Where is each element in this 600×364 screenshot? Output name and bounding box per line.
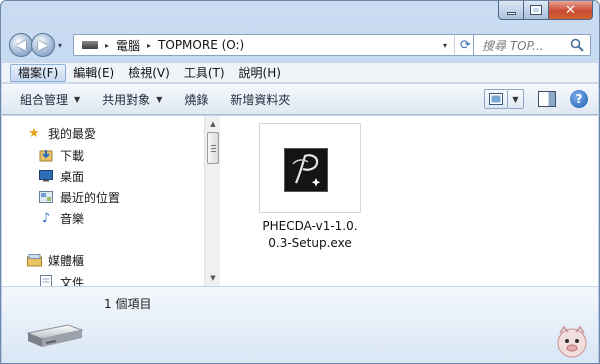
maximize-button[interactable] (524, 1, 549, 20)
favorites-label: 我的最愛 (48, 126, 97, 141)
desktop-icon (38, 168, 54, 184)
breadcrumb-computer[interactable]: 電腦 (116, 37, 140, 54)
tree-item-favorites[interactable]: ★ 我的最愛 (26, 124, 96, 142)
menu-edit[interactable]: 編輯(E) (66, 64, 121, 82)
star-icon: ★ (28, 125, 40, 141)
help-icon: ? (575, 92, 583, 106)
new-folder-label: 新增資料夾 (230, 92, 291, 107)
details-pane: 1 個項目 (2, 286, 598, 363)
scroll-up-button[interactable]: ▲ (205, 116, 221, 132)
close-button[interactable]: ✕ (549, 1, 593, 20)
menu-tools[interactable]: 工具(T) (177, 64, 232, 82)
usb-drive-icon (26, 324, 84, 347)
recent-pages-dropdown[interactable]: ▾ (58, 41, 68, 50)
chevron-down-icon: ▼ (156, 94, 163, 104)
file-list-pane: PHECDA-v1-1.0. 0.3-Setup.exe (221, 116, 598, 286)
music-label: 音樂 (60, 211, 85, 226)
menu-bar: 檔案(F) 編輯(E) 檢視(V) 工具(T) 說明(H) (2, 63, 598, 83)
forward-arrow-icon: ▶ (38, 37, 48, 53)
help-button[interactable]: ? (570, 90, 588, 108)
refresh-icon: ⟳ (460, 37, 471, 53)
phecda-installer-icon (284, 148, 328, 192)
tree-item-recent-places[interactable]: 最近的位置 (38, 188, 120, 206)
view-options-dropdown[interactable]: ▼ (508, 89, 524, 109)
chevron-down-icon: ▾ (442, 40, 447, 50)
change-view-button[interactable] (484, 89, 508, 109)
mascot-watermark-icon (557, 325, 587, 358)
burn-label: 燒錄 (184, 92, 209, 107)
search-placeholder: 搜尋 TOP... (482, 38, 544, 53)
item-count: 1 個項目 (104, 297, 152, 311)
tree-item-downloads[interactable]: 下載 (38, 146, 84, 164)
preview-pane-button[interactable] (538, 91, 556, 107)
file-name-line-1: PHECDA-v1-1.0. (262, 219, 358, 233)
minimize-icon (506, 11, 516, 15)
command-bar: 組合管理 ▼ 共用對象 ▼ 燒錄 新增資料夾 ▼ ? (2, 84, 598, 115)
back-arrow-icon: ◀ (16, 37, 26, 53)
breadcrumb-separator-icon[interactable]: ▸ (147, 41, 151, 50)
navigation-pane: ★ 我的最愛 下載 桌面 最近的位置 ♪ 音樂 媒體櫃 文件 (2, 116, 204, 290)
file-name: PHECDA-v1-1.0. 0.3-Setup.exe (241, 218, 379, 252)
explorer-window: ✕ ◀ ▶ ▾ ▸ 電腦 ▸ TOPMORE (O:) ▾ ⟳ 搜尋 TOP..… (0, 0, 600, 364)
menu-file[interactable]: 檔案(F) (10, 63, 67, 82)
organize-label: 組合管理 (20, 92, 69, 107)
libraries-icon (26, 252, 42, 268)
tree-item-desktop[interactable]: 桌面 (38, 167, 84, 185)
scroll-thumb[interactable] (207, 132, 219, 164)
downloads-folder-icon (38, 147, 54, 163)
navigation-scrollbar[interactable]: ▲ ▼ (204, 116, 220, 286)
grip-line (211, 148, 216, 149)
file-name-line-2: 0.3-Setup.exe (268, 236, 352, 250)
address-bar[interactable]: ▸ 電腦 ▸ TOPMORE (O:) ▾ ⟳ (73, 34, 477, 56)
chevron-down-icon: ▼ (512, 94, 519, 104)
search-input[interactable]: 搜尋 TOP... (473, 34, 591, 56)
file-item[interactable]: PHECDA-v1-1.0. 0.3-Setup.exe (241, 123, 361, 268)
share-with-button[interactable]: 共用對象 ▼ (102, 91, 162, 108)
breadcrumb-topmore-drive[interactable]: TOPMORE (O:) (158, 38, 244, 52)
recent-places-icon (38, 189, 54, 205)
desktop-label: 桌面 (60, 169, 85, 184)
maximize-icon (530, 5, 542, 15)
tree-item-music[interactable]: ♪ 音樂 (38, 209, 84, 227)
music-note-icon: ♪ (41, 210, 51, 226)
minimize-button[interactable] (498, 1, 524, 20)
chevron-down-icon: ▾ (58, 40, 63, 50)
organize-button[interactable]: 組合管理 ▼ (20, 91, 80, 108)
libraries-label: 媒體櫃 (48, 253, 85, 268)
breadcrumb-separator-icon[interactable]: ▸ (105, 41, 109, 50)
menu-view[interactable]: 檢視(V) (121, 64, 177, 82)
close-icon: ✕ (565, 2, 576, 18)
navigation-row: ◀ ▶ ▾ ▸ 電腦 ▸ TOPMORE (O:) ▾ ⟳ 搜尋 TOP... (9, 31, 591, 59)
menu-help[interactable]: 說明(H) (232, 64, 288, 82)
forward-button[interactable]: ▶ (31, 33, 55, 57)
caption-buttons: ✕ (498, 1, 593, 21)
scroll-down-icon: ▼ (210, 274, 216, 282)
drive-icon (82, 41, 98, 49)
back-button[interactable]: ◀ (9, 33, 33, 57)
new-folder-button[interactable]: 新增資料夾 (230, 91, 290, 108)
scroll-down-button[interactable]: ▼ (205, 270, 221, 286)
chevron-down-icon: ▼ (74, 94, 81, 104)
recent-places-label: 最近的位置 (60, 190, 121, 205)
scroll-up-icon: ▲ (210, 120, 216, 128)
view-icon (489, 93, 503, 105)
content-area: ★ 我的最愛 下載 桌面 最近的位置 ♪ 音樂 媒體櫃 文件 ▲ ▼ PHECD… (2, 116, 598, 290)
grip-line (211, 151, 216, 152)
file-thumbnail-frame (259, 123, 361, 213)
search-icon[interactable] (570, 38, 584, 52)
burn-button[interactable]: 燒錄 (184, 91, 208, 108)
tree-item-libraries[interactable]: 媒體櫃 (26, 251, 84, 269)
downloads-label: 下載 (60, 148, 85, 163)
address-history-dropdown[interactable]: ▾ (436, 41, 454, 50)
share-with-label: 共用對象 (102, 92, 151, 107)
grip-line (211, 145, 216, 146)
